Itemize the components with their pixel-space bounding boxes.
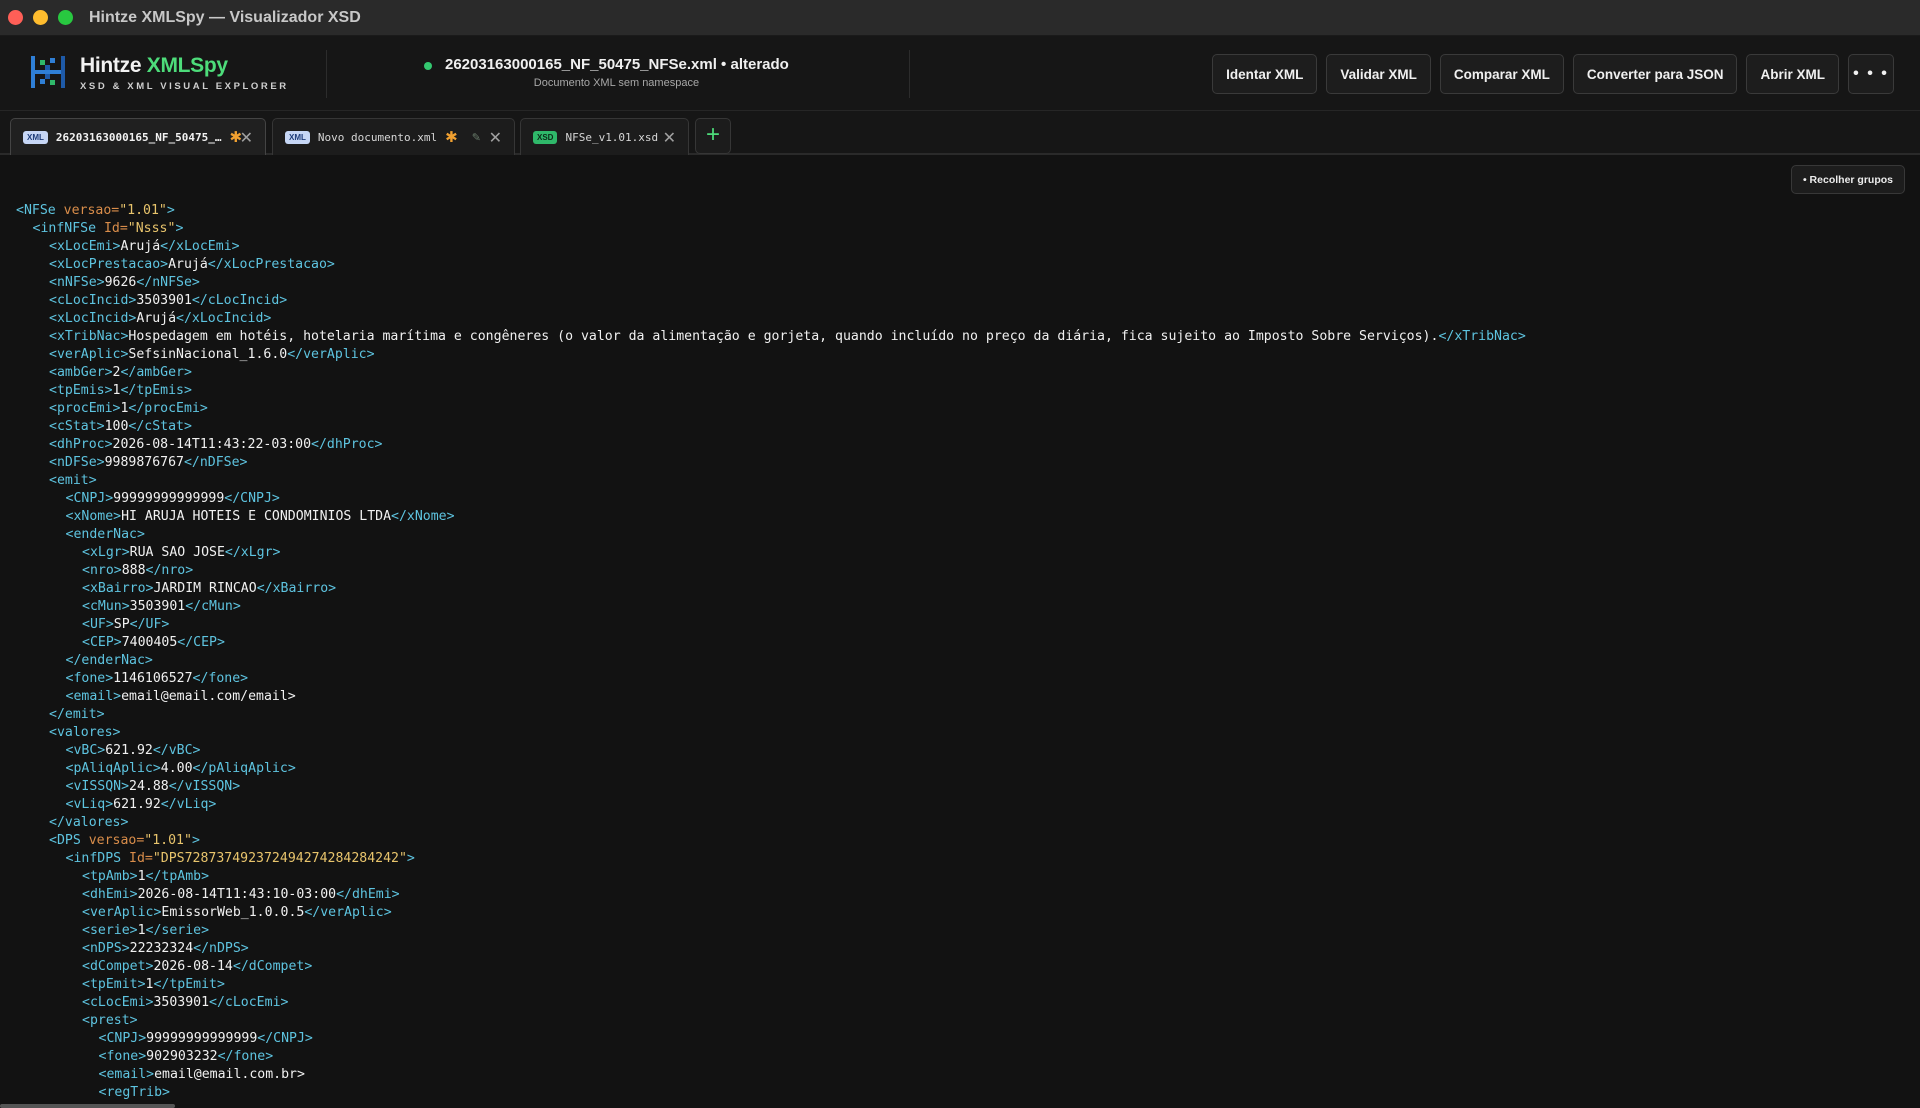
brand: Hintze XMLSpy XSD & XML VISUAL EXPLORER bbox=[80, 54, 289, 92]
xml-line[interactable]: <infDPS Id="DPS7287374923724942742842842… bbox=[16, 850, 1526, 868]
xml-line[interactable]: <NFSe versao="1.01"> bbox=[16, 202, 1526, 220]
brand-subtitle: XSD & XML VISUAL EXPLORER bbox=[80, 81, 289, 92]
xml-code-view[interactable]: <NFSe versao="1.01"> <infNFSe Id="Nsss"> <… bbox=[16, 202, 1526, 1102]
xml-line[interactable]: <xLocIncid>Arujá</xLocIncid> bbox=[16, 310, 1526, 328]
modified-icon: ✱ bbox=[445, 129, 458, 146]
xml-line[interactable]: <pAliqAplic>4.00</pAliqAplic> bbox=[16, 760, 1526, 778]
xml-line[interactable]: <xLgr>RUA SAO JOSE</xLgr> bbox=[16, 544, 1526, 562]
toolbar: Identar XML Validar XML Comparar XML Con… bbox=[1212, 54, 1894, 94]
tab-nfse-xsd[interactable]: XSD NFSe_v1.01.xsd ✕ bbox=[520, 118, 689, 155]
xmlspy-logo-icon bbox=[31, 56, 65, 88]
pencil-icon[interactable]: ✎ bbox=[472, 131, 481, 144]
xml-line[interactable]: <dhEmi>2026-08-14T11:43:10-03:00</dhEmi> bbox=[16, 886, 1526, 904]
xml-line[interactable]: <fone>1146106527</fone> bbox=[16, 670, 1526, 688]
tab-nfse-xml[interactable]: XML 26203163000165_NF_50475_… ✱ ✕ bbox=[10, 118, 266, 155]
validate-xml-button[interactable]: Validar XML bbox=[1326, 54, 1431, 94]
xml-line[interactable]: <xBairro>JARDIM RINCAO</xBairro> bbox=[16, 580, 1526, 598]
window-title: Hintze XMLSpy — Visualizador XSD bbox=[89, 8, 361, 26]
tab-label: Novo documento.xml bbox=[317, 130, 438, 144]
xml-line[interactable]: <infNFSe Id="Nsss"> bbox=[16, 220, 1526, 238]
maximize-window-button[interactable] bbox=[58, 10, 73, 25]
header-divider bbox=[326, 50, 327, 98]
document-status-dot-icon bbox=[424, 61, 432, 70]
xml-line[interactable]: <CNPJ>99999999999999</CNPJ> bbox=[16, 490, 1526, 508]
xml-line[interactable]: <verAplic>EmissorWeb_1.0.0.5</verAplic> bbox=[16, 904, 1526, 922]
collapse-groups-button[interactable]: • Recolher grupos bbox=[1790, 165, 1905, 194]
xml-line[interactable]: <email>email@email.com/email> bbox=[16, 688, 1526, 706]
xml-line[interactable]: <procEmi>1</procEmi> bbox=[16, 400, 1526, 418]
app-header: Hintze XMLSpy XSD & XML VISUAL EXPLORER … bbox=[0, 36, 1920, 111]
app-window: Hintze XMLSpy — Visualizador XSD Hintze … bbox=[0, 0, 1920, 1108]
xml-editor[interactable]: • Recolher grupos <NFSe versao="1.01"> <i… bbox=[0, 157, 1920, 1108]
xml-badge: XML bbox=[285, 130, 310, 144]
window-controls bbox=[8, 10, 73, 25]
tab-label: 26203163000165_NF_50475_… bbox=[55, 130, 222, 144]
xml-line[interactable]: <emit> bbox=[16, 472, 1526, 490]
xml-line[interactable]: <verAplic>SefsinNacional_1.6.0</verAplic… bbox=[16, 346, 1526, 364]
xml-line[interactable]: <CNPJ>99999999999999</CNPJ> bbox=[16, 1030, 1526, 1048]
xml-line[interactable]: </emit> bbox=[16, 706, 1526, 724]
xml-line[interactable]: <CEP>7400405</CEP> bbox=[16, 634, 1526, 652]
add-tab-button[interactable]: + bbox=[695, 118, 731, 154]
minimize-window-button[interactable] bbox=[33, 10, 48, 25]
xml-line[interactable]: <enderNac> bbox=[16, 526, 1526, 544]
xml-line[interactable]: <tpEmit>1</tpEmit> bbox=[16, 976, 1526, 994]
more-options-button[interactable]: • • • bbox=[1848, 54, 1894, 94]
xml-line[interactable]: <xLocPrestacao>Arujá</xLocPrestacao> bbox=[16, 256, 1526, 274]
xml-line[interactable]: <xNome>HI ARUJA HOTEIS E CONDOMINIOS LTD… bbox=[16, 508, 1526, 526]
xml-line[interactable]: <tpEmis>1</tpEmis> bbox=[16, 382, 1526, 400]
xml-line[interactable]: </valores> bbox=[16, 814, 1526, 832]
xml-line[interactable]: <cLocIncid>3503901</cLocIncid> bbox=[16, 292, 1526, 310]
convert-json-button[interactable]: Converter para JSON bbox=[1572, 54, 1738, 94]
close-tab-icon[interactable]: ✕ bbox=[240, 128, 253, 148]
tab-label: NFSe_v1.01.xsd bbox=[565, 130, 659, 144]
xml-line[interactable]: <xTribNac>Hospedagem em hotéis, hotelari… bbox=[16, 328, 1526, 346]
close-tab-icon[interactable]: ✕ bbox=[663, 128, 676, 148]
compare-xml-button[interactable]: Comparar XML bbox=[1439, 54, 1564, 94]
xsd-badge: XSD bbox=[533, 130, 558, 144]
close-window-button[interactable] bbox=[8, 10, 23, 25]
document-subtitle: Documento XML sem namespace bbox=[533, 77, 700, 89]
document-status: • alterado bbox=[716, 56, 789, 73]
xml-line[interactable]: <vISSQN>24.88</vISSQN> bbox=[16, 778, 1526, 796]
xml-line[interactable]: <email>email@email.com.br> bbox=[16, 1066, 1526, 1084]
brand-name: Hintze XMLSpy bbox=[80, 54, 228, 77]
xml-line[interactable]: <valores> bbox=[16, 724, 1526, 742]
header-divider bbox=[909, 50, 910, 98]
xml-line[interactable]: </enderNac> bbox=[16, 652, 1526, 670]
close-tab-icon[interactable]: ✕ bbox=[489, 128, 502, 148]
xml-badge: XML bbox=[23, 130, 48, 144]
xml-line[interactable]: <tpAmb>1</tpAmb> bbox=[16, 868, 1526, 886]
xml-line[interactable]: <nDPS>22232324</nDPS> bbox=[16, 940, 1526, 958]
xml-line[interactable]: <cStat>100</cStat> bbox=[16, 418, 1526, 436]
indent-xml-button[interactable]: Identar XML bbox=[1212, 54, 1318, 94]
xml-line[interactable]: <dCompet>2026-08-14</dCompet> bbox=[16, 958, 1526, 976]
xml-line[interactable]: <cLocEmi>3503901</cLocEmi> bbox=[16, 994, 1526, 1012]
xml-line[interactable]: <xLocEmi>Arujá</xLocEmi> bbox=[16, 238, 1526, 256]
xml-line[interactable]: <nDFSe>9989876767</nDFSe> bbox=[16, 454, 1526, 472]
document-filename: 26203163000165_NF_50475_NFSe.xml bbox=[445, 56, 717, 73]
xml-line[interactable]: <nro>888</nro> bbox=[16, 562, 1526, 580]
xml-line[interactable]: <dhProc>2026-08-14T11:43:22-03:00</dhPro… bbox=[16, 436, 1526, 454]
xml-line[interactable]: <ambGer>2</ambGer> bbox=[16, 364, 1526, 382]
xml-line[interactable]: <prest> bbox=[16, 1012, 1526, 1030]
xml-line[interactable]: <DPS versao="1.01"> bbox=[16, 832, 1526, 850]
tab-bar: XML 26203163000165_NF_50475_… ✱ ✕ XML No… bbox=[0, 111, 1920, 155]
xml-line[interactable]: <vLiq>621.92</vLiq> bbox=[16, 796, 1526, 814]
open-xml-button[interactable]: Abrir XML bbox=[1746, 54, 1839, 94]
horizontal-scrollbar[interactable] bbox=[0, 1104, 175, 1108]
xml-line[interactable]: <nNFSe>9626</nNFSe> bbox=[16, 274, 1526, 292]
title-bar: Hintze XMLSpy — Visualizador XSD bbox=[0, 0, 1920, 36]
xml-line[interactable]: <vBC>621.92</vBC> bbox=[16, 742, 1526, 760]
xml-line[interactable]: <fone>902903232</fone> bbox=[16, 1048, 1526, 1066]
xml-line[interactable]: <regTrib> bbox=[16, 1084, 1526, 1102]
xml-line[interactable]: <cMun>3503901</cMun> bbox=[16, 598, 1526, 616]
xml-line[interactable]: <UF>SP</UF> bbox=[16, 616, 1526, 634]
xml-line[interactable]: <serie>1</serie> bbox=[16, 922, 1526, 940]
document-info: 26203163000165_NF_50475_NFSe.xml • alter… bbox=[424, 56, 789, 89]
tab-novo-documento[interactable]: XML Novo documento.xml ✱ ✎ ✕ bbox=[272, 118, 515, 155]
